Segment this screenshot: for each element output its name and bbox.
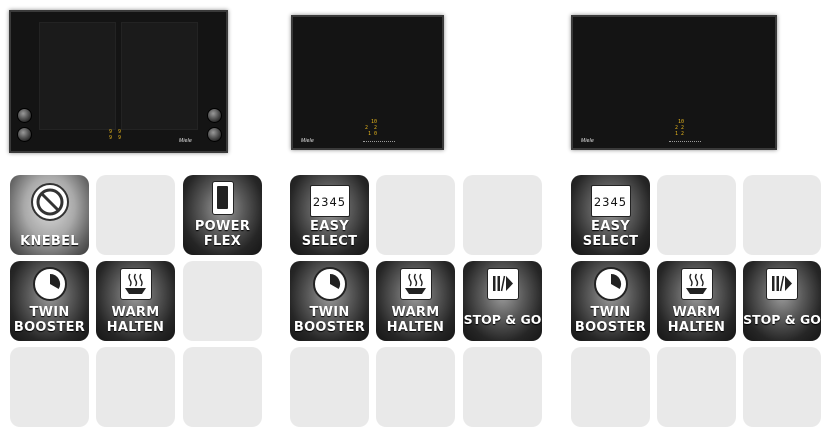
- timer-icon: [312, 267, 347, 301]
- empty-tile: [96, 175, 175, 255]
- brand-logo: Miele: [301, 138, 314, 144]
- cooking-zone-left: [39, 22, 116, 130]
- feature-label: WARM HALTEN: [386, 305, 445, 335]
- timer-icon: [593, 267, 628, 301]
- feature-tile-powerflex: POWER FLEX: [183, 175, 262, 255]
- cooktop-knob-control: 9 9 9 9 Miele: [9, 10, 228, 153]
- feature-label: POWER FLEX: [194, 219, 251, 249]
- empty-tile: [183, 261, 262, 341]
- empty-tile: [290, 347, 369, 427]
- empty-tile: [376, 347, 455, 427]
- feature-tile-stop-go: STOP & GO: [743, 261, 821, 341]
- empty-tile: [463, 347, 542, 427]
- feature-tile-easy-select: 2345 EASY SELECT: [290, 175, 369, 255]
- number-row-icon: 2345: [590, 185, 631, 217]
- empty-tile: [657, 347, 736, 427]
- prohibited-circle-icon: [30, 183, 69, 221]
- steaming-pot-icon: [680, 268, 713, 300]
- cooking-zone-right: [121, 22, 198, 130]
- empty-tile: [10, 347, 89, 427]
- feature-label: EASY SELECT: [301, 219, 358, 249]
- feature-label: KNEBEL: [20, 234, 79, 249]
- feature-tile-stop-go: STOP & GO: [463, 261, 542, 341]
- feature-label: EASY SELECT: [582, 219, 639, 249]
- feature-label: STOP & GO: [743, 312, 821, 327]
- empty-tile: [571, 347, 650, 427]
- timer-icon: [32, 267, 67, 301]
- feature-label: TWIN BOOSTER: [574, 305, 647, 335]
- empty-tile: [376, 175, 455, 255]
- steaming-pot-icon: [399, 268, 432, 300]
- zone-display: 9 9 9 9: [109, 129, 122, 141]
- feature-label: WARM HALTEN: [106, 305, 165, 335]
- brand-logo: Miele: [581, 138, 594, 144]
- empty-tile: [743, 175, 821, 255]
- feature-label: TWIN BOOSTER: [13, 305, 86, 335]
- feature-tile-easy-select: 2345 EASY SELECT: [571, 175, 650, 255]
- pause-play-icon: [766, 268, 798, 300]
- feature-label: TWIN BOOSTER: [293, 305, 366, 335]
- easy-select-slider: [363, 141, 395, 144]
- empty-tile: [657, 175, 736, 255]
- feature-tile-twin-booster: TWIN BOOSTER: [10, 261, 89, 341]
- feature-tile-warm-halten: WARM HALTEN: [657, 261, 736, 341]
- empty-tile: [743, 347, 821, 427]
- zone-display: 10 2 2 1 2: [675, 119, 685, 137]
- feature-tile-knebel: KNEBEL: [10, 175, 89, 255]
- zone-display: 10 2 2 1 0: [365, 119, 378, 137]
- steaming-pot-icon: [119, 268, 152, 300]
- control-knob: [207, 108, 222, 123]
- empty-tile: [183, 347, 262, 427]
- empty-tile: [96, 347, 175, 427]
- number-row-icon: 2345: [309, 185, 350, 217]
- feature-tile-warm-halten: WARM HALTEN: [376, 261, 455, 341]
- feature-tile-twin-booster: TWIN BOOSTER: [290, 261, 369, 341]
- cooktop-stop-go: Miele 10 2 2 1 2: [571, 15, 777, 150]
- easy-select-slider: [669, 141, 701, 144]
- brand-logo: Miele: [179, 138, 192, 144]
- control-knob: [17, 127, 32, 142]
- powerflex-zone-icon: [211, 181, 234, 215]
- feature-tile-twin-booster: TWIN BOOSTER: [571, 261, 650, 341]
- pause-play-icon: [486, 268, 519, 300]
- control-knob: [17, 108, 32, 123]
- cooktop-easy-select: Miele 10 2 2 1 0: [291, 15, 444, 150]
- feature-tile-warm-halten: WARM HALTEN: [96, 261, 175, 341]
- empty-tile: [463, 175, 542, 255]
- control-knob: [207, 127, 222, 142]
- feature-label: WARM HALTEN: [667, 305, 726, 335]
- feature-label: STOP & GO: [463, 312, 542, 327]
